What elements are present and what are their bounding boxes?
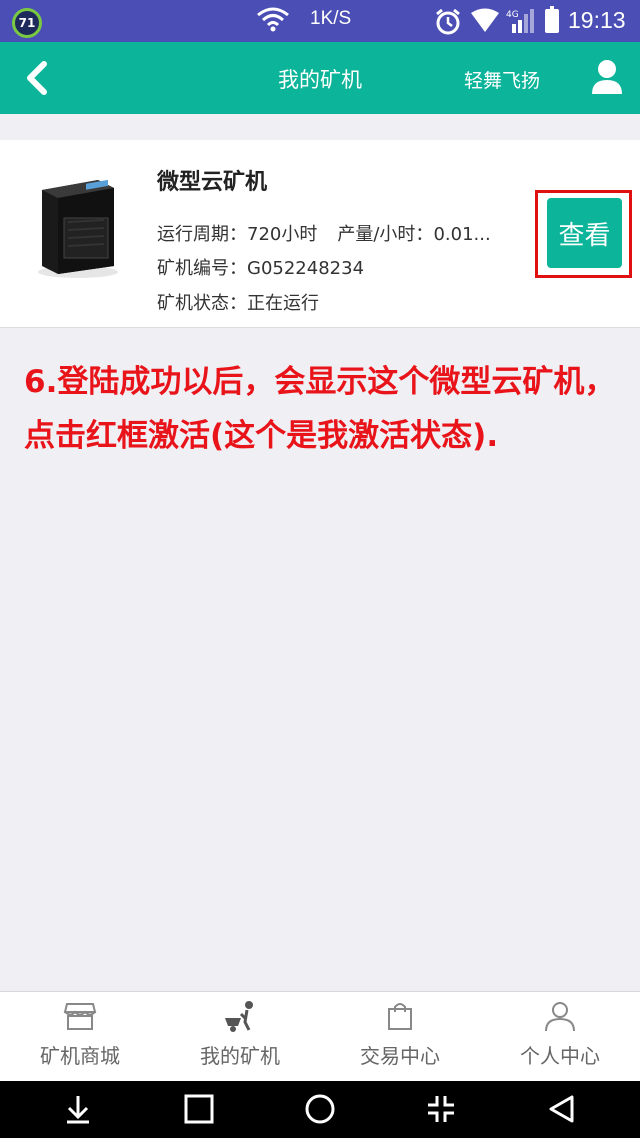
miner-period-output: 运行周期：720小时 产量/小时：0.01... [157,220,535,246]
store-icon [63,1003,97,1030]
recent-apps-icon[interactable] [183,1093,215,1125]
code-label: 矿机编号： [157,258,247,279]
tab-label: 矿机商城 [40,1044,120,1068]
miner-product-image [38,179,118,278]
notification-badge: 71 [12,8,42,38]
tab-trading[interactable]: 交易中心 [320,992,480,1082]
home-icon[interactable] [304,1093,336,1125]
tab-label: 交易中心 [360,1044,440,1068]
wifi-icon [257,7,289,32]
clock: 19:13 [568,7,626,33]
svg-text:4G: 4G [506,10,519,20]
shrink-icon[interactable] [425,1093,457,1125]
back-nav-icon[interactable] [546,1093,578,1125]
person-icon [545,1002,575,1032]
network-speed: 1K/S [310,8,352,29]
miner-code: 矿机编号：G052248234 [157,254,364,280]
annotation-text: 6.登陆成功以后，会显示这个微型云矿机，点击红框激活(这个是我激活状态). [24,364,616,454]
alarm-icon [436,8,460,35]
code-value: G052248234 [247,258,365,279]
miner-name: 微型云矿机 [157,170,268,195]
view-button[interactable]: 查看 [547,198,622,268]
battery-icon [545,6,559,33]
user-icon[interactable] [590,58,624,98]
status-bar: 71 1K/S 4G 19:13 [0,0,640,42]
tab-profile[interactable]: 个人中心 [480,992,640,1082]
output-label: 产量/小时： [337,224,434,245]
output-value: 0.01... [433,224,491,245]
tab-label: 个人中心 [520,1044,600,1068]
bottom-tab-bar: 矿机商城 我的矿机 交易中心 个人中心 [0,991,640,1081]
miner-card: 微型云矿机 运行周期：720小时 产量/小时：0.01... 矿机编号：G0522… [0,140,640,328]
status-label: 矿机状态： [157,293,247,314]
period-value: 720小时 [247,224,318,245]
header-bar: 我的矿机 轻舞飞扬 [0,42,640,114]
username[interactable]: 轻舞飞扬 [464,66,540,93]
hide-keyboard-icon[interactable] [62,1093,94,1125]
system-nav-bar [0,1081,640,1138]
tab-my-miners[interactable]: 我的矿机 [160,992,320,1082]
tab-store[interactable]: 矿机商城 [0,992,160,1082]
miner-cart-icon [225,1001,253,1032]
status-value: 正在运行 [247,293,319,314]
tab-label: 我的矿机 [200,1044,280,1068]
wifi-signal-icon [471,8,499,32]
shopping-bag-icon [388,1003,412,1030]
cellular-signal-icon: 4G [506,9,534,33]
period-label: 运行周期： [157,224,247,245]
page-title: 我的矿机 [278,68,362,92]
miner-status: 矿机状态：正在运行 [157,289,319,315]
